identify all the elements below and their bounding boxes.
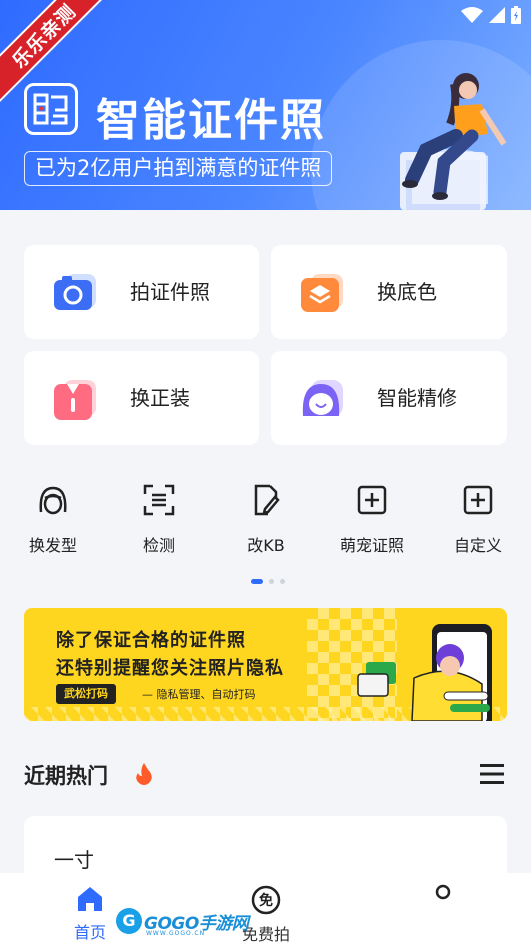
tool-label: 自定义	[453, 536, 502, 555]
tool-pet-photo[interactable]: 萌宠证照	[332, 482, 412, 556]
promo-banner[interactable]: 除了保证合格的证件照 还特别提醒您关注照片隐私 武松打码 — 隐私管理、自动打码	[24, 608, 507, 721]
tool-label: 换发型	[28, 536, 77, 555]
bottom-nav: 首页 免 免费拍	[0, 873, 531, 945]
tool-label: 改KB	[247, 536, 285, 555]
app-title: 智能证件照	[96, 95, 326, 146]
promo-line-1: 除了保证合格的证件照	[56, 630, 246, 651]
card-label: 智能精修	[377, 386, 457, 410]
profile-dot-icon	[435, 884, 451, 900]
suit-icon	[54, 380, 96, 420]
slogan-badge: 已为2亿用户拍到满意的证件照	[24, 151, 333, 186]
girl-illustration	[400, 73, 507, 210]
nav-home[interactable]: 首页	[70, 885, 110, 943]
header-banner: 乐乐亲测 智能证件照 已为2亿用户拍到满意的证件照	[0, 0, 531, 210]
watermark-logo: G GOGO手游网 WWW.GOGO.CN	[116, 908, 249, 937]
plus-square-icon	[357, 485, 387, 515]
svg-text:免: 免	[259, 892, 273, 909]
status-bar	[461, 6, 521, 24]
scan-icon	[143, 484, 175, 516]
card-smart-retouch[interactable]: 智能精修	[271, 351, 507, 445]
tool-custom[interactable]: 自定义	[438, 482, 518, 556]
card-take-id-photo[interactable]: 拍证件照	[24, 245, 259, 339]
tool-hairstyle[interactable]: 换发型	[13, 482, 93, 556]
watermark-g-icon: G	[116, 908, 142, 934]
carousel-dot	[280, 579, 285, 584]
watermark-url: WWW.GOGO.CN	[146, 930, 206, 937]
tool-label: 检测	[142, 536, 175, 555]
battery-icon	[511, 6, 521, 24]
hairstyle-icon	[39, 486, 67, 515]
tool-change-kb[interactable]: 改KB	[226, 482, 306, 556]
hot-item: 一寸	[54, 848, 94, 872]
carousel-dot-active	[251, 579, 263, 584]
menu-icon[interactable]	[480, 763, 504, 785]
tool-label: 萌宠证照	[339, 536, 404, 555]
card-change-background[interactable]: 换底色	[271, 245, 507, 339]
promo-illustration	[357, 624, 492, 721]
app-logo-icon	[24, 83, 78, 135]
beauty-face-icon	[302, 380, 343, 416]
wifi-icon	[461, 7, 483, 23]
fire-icon	[136, 763, 152, 785]
carousel-indicator	[251, 579, 285, 584]
card-change-suit[interactable]: 换正装	[24, 351, 259, 445]
camera-icon	[54, 274, 96, 310]
home-icon	[78, 887, 102, 911]
promo-tag: 武松打码	[56, 684, 116, 704]
carousel-dot	[269, 579, 274, 584]
card-label: 换正装	[130, 386, 190, 410]
layers-icon	[301, 274, 343, 312]
promo-subtitle: — 隐私管理、自动打码	[142, 688, 256, 701]
edit-file-icon	[254, 484, 280, 516]
nav-profile[interactable]	[434, 883, 452, 905]
card-label: 换底色	[377, 280, 437, 304]
plus-square-icon	[463, 485, 493, 515]
nav-label: 首页	[73, 923, 106, 942]
promo-line-2: 还特别提醒您关注照片隐私	[56, 658, 284, 679]
free-badge-icon: 免	[251, 885, 281, 915]
section-title-hot: 近期热门	[24, 764, 108, 788]
tool-check[interactable]: 检测	[119, 482, 199, 556]
card-label: 拍证件照	[130, 280, 210, 304]
signal-icon	[489, 7, 505, 23]
